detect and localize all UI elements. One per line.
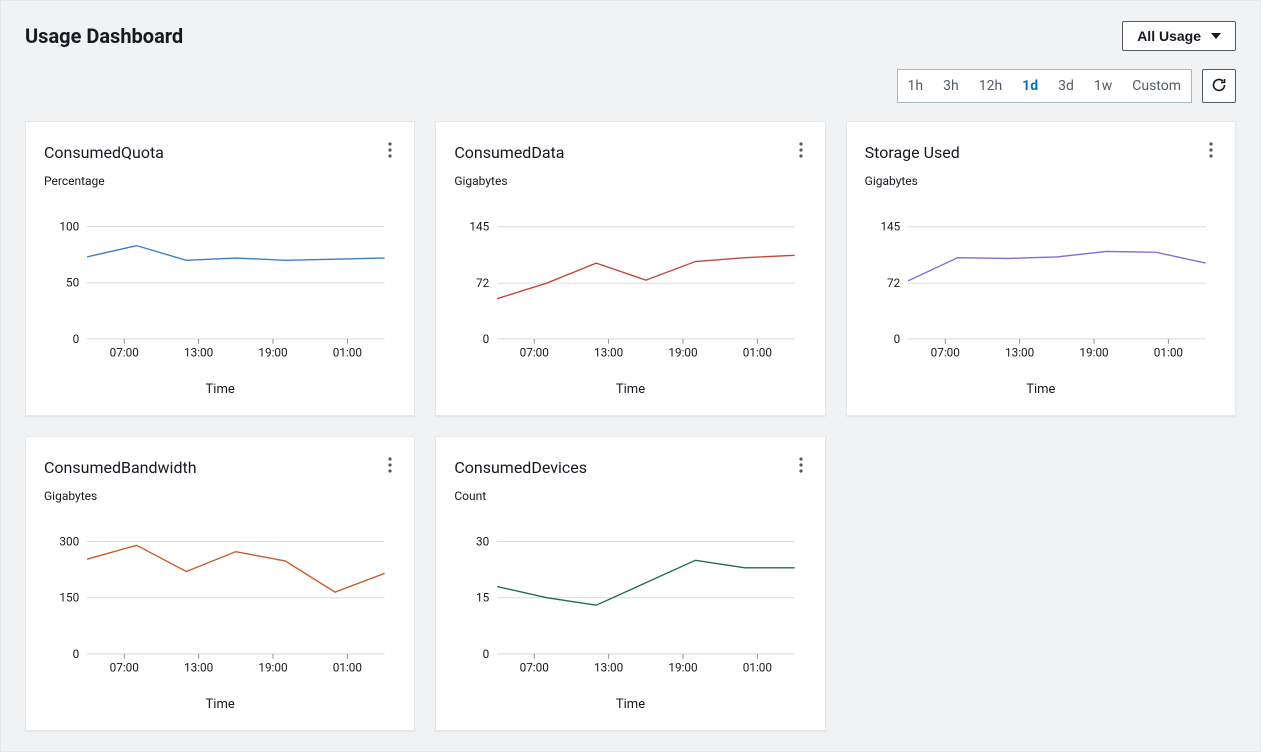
chart-line — [497, 255, 795, 298]
chart: 0 50 100 07:00 13:00 19:00 01:00 — [44, 198, 396, 378]
y-tick-label: 72 — [887, 276, 901, 290]
y-tick-label: 0 — [483, 647, 490, 661]
card-unit: Percentage — [44, 174, 396, 188]
y-tick-label: 0 — [73, 332, 80, 346]
x-axis-label: Time — [44, 697, 396, 712]
time-range-option-3d[interactable]: 3d — [1048, 75, 1084, 97]
caret-down-icon — [1211, 28, 1221, 44]
usage-filter-button[interactable]: All Usage — [1122, 21, 1236, 51]
x-tick-label: 13:00 — [1005, 346, 1034, 360]
y-tick-label: 0 — [483, 332, 490, 346]
chart-line — [87, 545, 385, 592]
x-tick-label: 13:00 — [184, 346, 213, 360]
x-tick-label: 13:00 — [594, 661, 623, 675]
time-range-option-1d[interactable]: 1d — [1012, 75, 1048, 97]
card-unit: Gigabytes — [865, 174, 1217, 188]
page-title: Usage Dashboard — [25, 24, 183, 48]
x-tick-label: 13:00 — [594, 346, 623, 360]
x-tick-label: 19:00 — [1079, 346, 1108, 360]
card-title: Storage Used — [865, 143, 960, 162]
x-tick-label: 01:00 — [743, 661, 772, 675]
x-tick-label: 07:00 — [110, 346, 139, 360]
time-range-option-3h[interactable]: 3h — [933, 75, 969, 97]
card-menu-button[interactable] — [384, 453, 396, 481]
x-tick-label: 13:00 — [184, 661, 213, 675]
y-tick-label: 0 — [73, 647, 80, 661]
refresh-button[interactable] — [1202, 69, 1236, 103]
card-menu-button[interactable] — [795, 138, 807, 166]
chart-card-consumed-quota: ConsumedQuota Percentage 0 50 100 07:00 13:0… — [25, 121, 415, 416]
card-unit: Count — [454, 489, 806, 503]
chart-line — [908, 251, 1206, 280]
chart: 0 15 30 07:00 13:00 19:00 01:00 — [454, 513, 806, 693]
x-tick-label: 07:00 — [110, 661, 139, 675]
vertical-dots-icon — [799, 146, 803, 162]
card-menu-button[interactable] — [1205, 138, 1217, 166]
time-range-option-custom[interactable]: Custom — [1122, 75, 1191, 97]
y-tick-label: 150 — [59, 591, 79, 605]
y-tick-label: 30 — [476, 534, 489, 548]
card-title: ConsumedDevices — [454, 458, 587, 477]
y-tick-label: 145 — [470, 220, 490, 234]
card-menu-button[interactable] — [384, 138, 396, 166]
controls-row: 1h3h12h1d3d1wCustom — [25, 69, 1236, 103]
dashboard-page: Usage Dashboard All Usage 1h3h12h1d3d1wC… — [0, 0, 1261, 752]
x-tick-label: 19:00 — [669, 346, 698, 360]
vertical-dots-icon — [388, 461, 392, 477]
chart-card-consumed-bandwidth: ConsumedBandwidth Gigabytes 0 150 300 07:00… — [25, 436, 415, 731]
chart-line — [497, 560, 795, 605]
refresh-icon — [1211, 77, 1227, 96]
time-range-selector: 1h3h12h1d3d1wCustom — [897, 69, 1192, 103]
card-unit: Gigabytes — [44, 489, 396, 503]
x-tick-label: 07:00 — [930, 346, 959, 360]
chart: 0 72 145 07:00 13:00 19:00 01:00 — [865, 198, 1217, 378]
x-tick-label: 01:00 — [1153, 346, 1182, 360]
x-axis-label: Time — [454, 697, 806, 712]
time-range-option-1w[interactable]: 1w — [1084, 75, 1122, 97]
vertical-dots-icon — [1209, 146, 1213, 162]
card-title: ConsumedQuota — [44, 143, 164, 162]
chart-line — [87, 246, 385, 261]
x-tick-label: 07:00 — [520, 346, 549, 360]
card-grid: ConsumedQuota Percentage 0 50 100 07:00 13:0… — [25, 121, 1236, 731]
card-unit: Gigabytes — [454, 174, 806, 188]
chart: 0 150 300 07:00 13:00 19:00 01:00 — [44, 513, 396, 693]
x-axis-label: Time — [454, 382, 806, 397]
header-row: Usage Dashboard All Usage — [25, 21, 1236, 51]
y-tick-label: 145 — [880, 220, 900, 234]
chart-card-consumed-devices: ConsumedDevices Count 0 15 30 07:00 13:00 19:… — [435, 436, 825, 731]
x-axis-label: Time — [44, 382, 396, 397]
chart-card-storage-used: Storage Used Gigabytes 0 72 145 07:00 13:00 1… — [846, 121, 1236, 416]
y-tick-label: 50 — [66, 276, 79, 290]
x-tick-label: 07:00 — [520, 661, 549, 675]
x-tick-label: 01:00 — [333, 661, 362, 675]
time-range-option-1h[interactable]: 1h — [898, 75, 934, 97]
x-tick-label: 01:00 — [743, 346, 772, 360]
y-tick-label: 15 — [476, 591, 490, 605]
card-menu-button[interactable] — [795, 453, 807, 481]
chart: 0 72 145 07:00 13:00 19:00 01:00 — [454, 198, 806, 378]
y-tick-label: 72 — [476, 276, 490, 290]
usage-filter-label: All Usage — [1137, 28, 1201, 44]
card-title: ConsumedData — [454, 143, 564, 162]
x-axis-label: Time — [865, 382, 1217, 397]
vertical-dots-icon — [388, 146, 392, 162]
x-tick-label: 19:00 — [258, 661, 287, 675]
x-tick-label: 19:00 — [669, 661, 698, 675]
x-tick-label: 19:00 — [258, 346, 287, 360]
y-tick-label: 300 — [59, 534, 79, 548]
x-tick-label: 01:00 — [333, 346, 362, 360]
time-range-option-12h[interactable]: 12h — [969, 75, 1012, 97]
chart-card-consumed-data: ConsumedData Gigabytes 0 72 145 07:00 13:00 1… — [435, 121, 825, 416]
y-tick-label: 100 — [59, 219, 79, 233]
y-tick-label: 0 — [893, 332, 900, 346]
vertical-dots-icon — [799, 461, 803, 477]
card-title: ConsumedBandwidth — [44, 458, 197, 477]
